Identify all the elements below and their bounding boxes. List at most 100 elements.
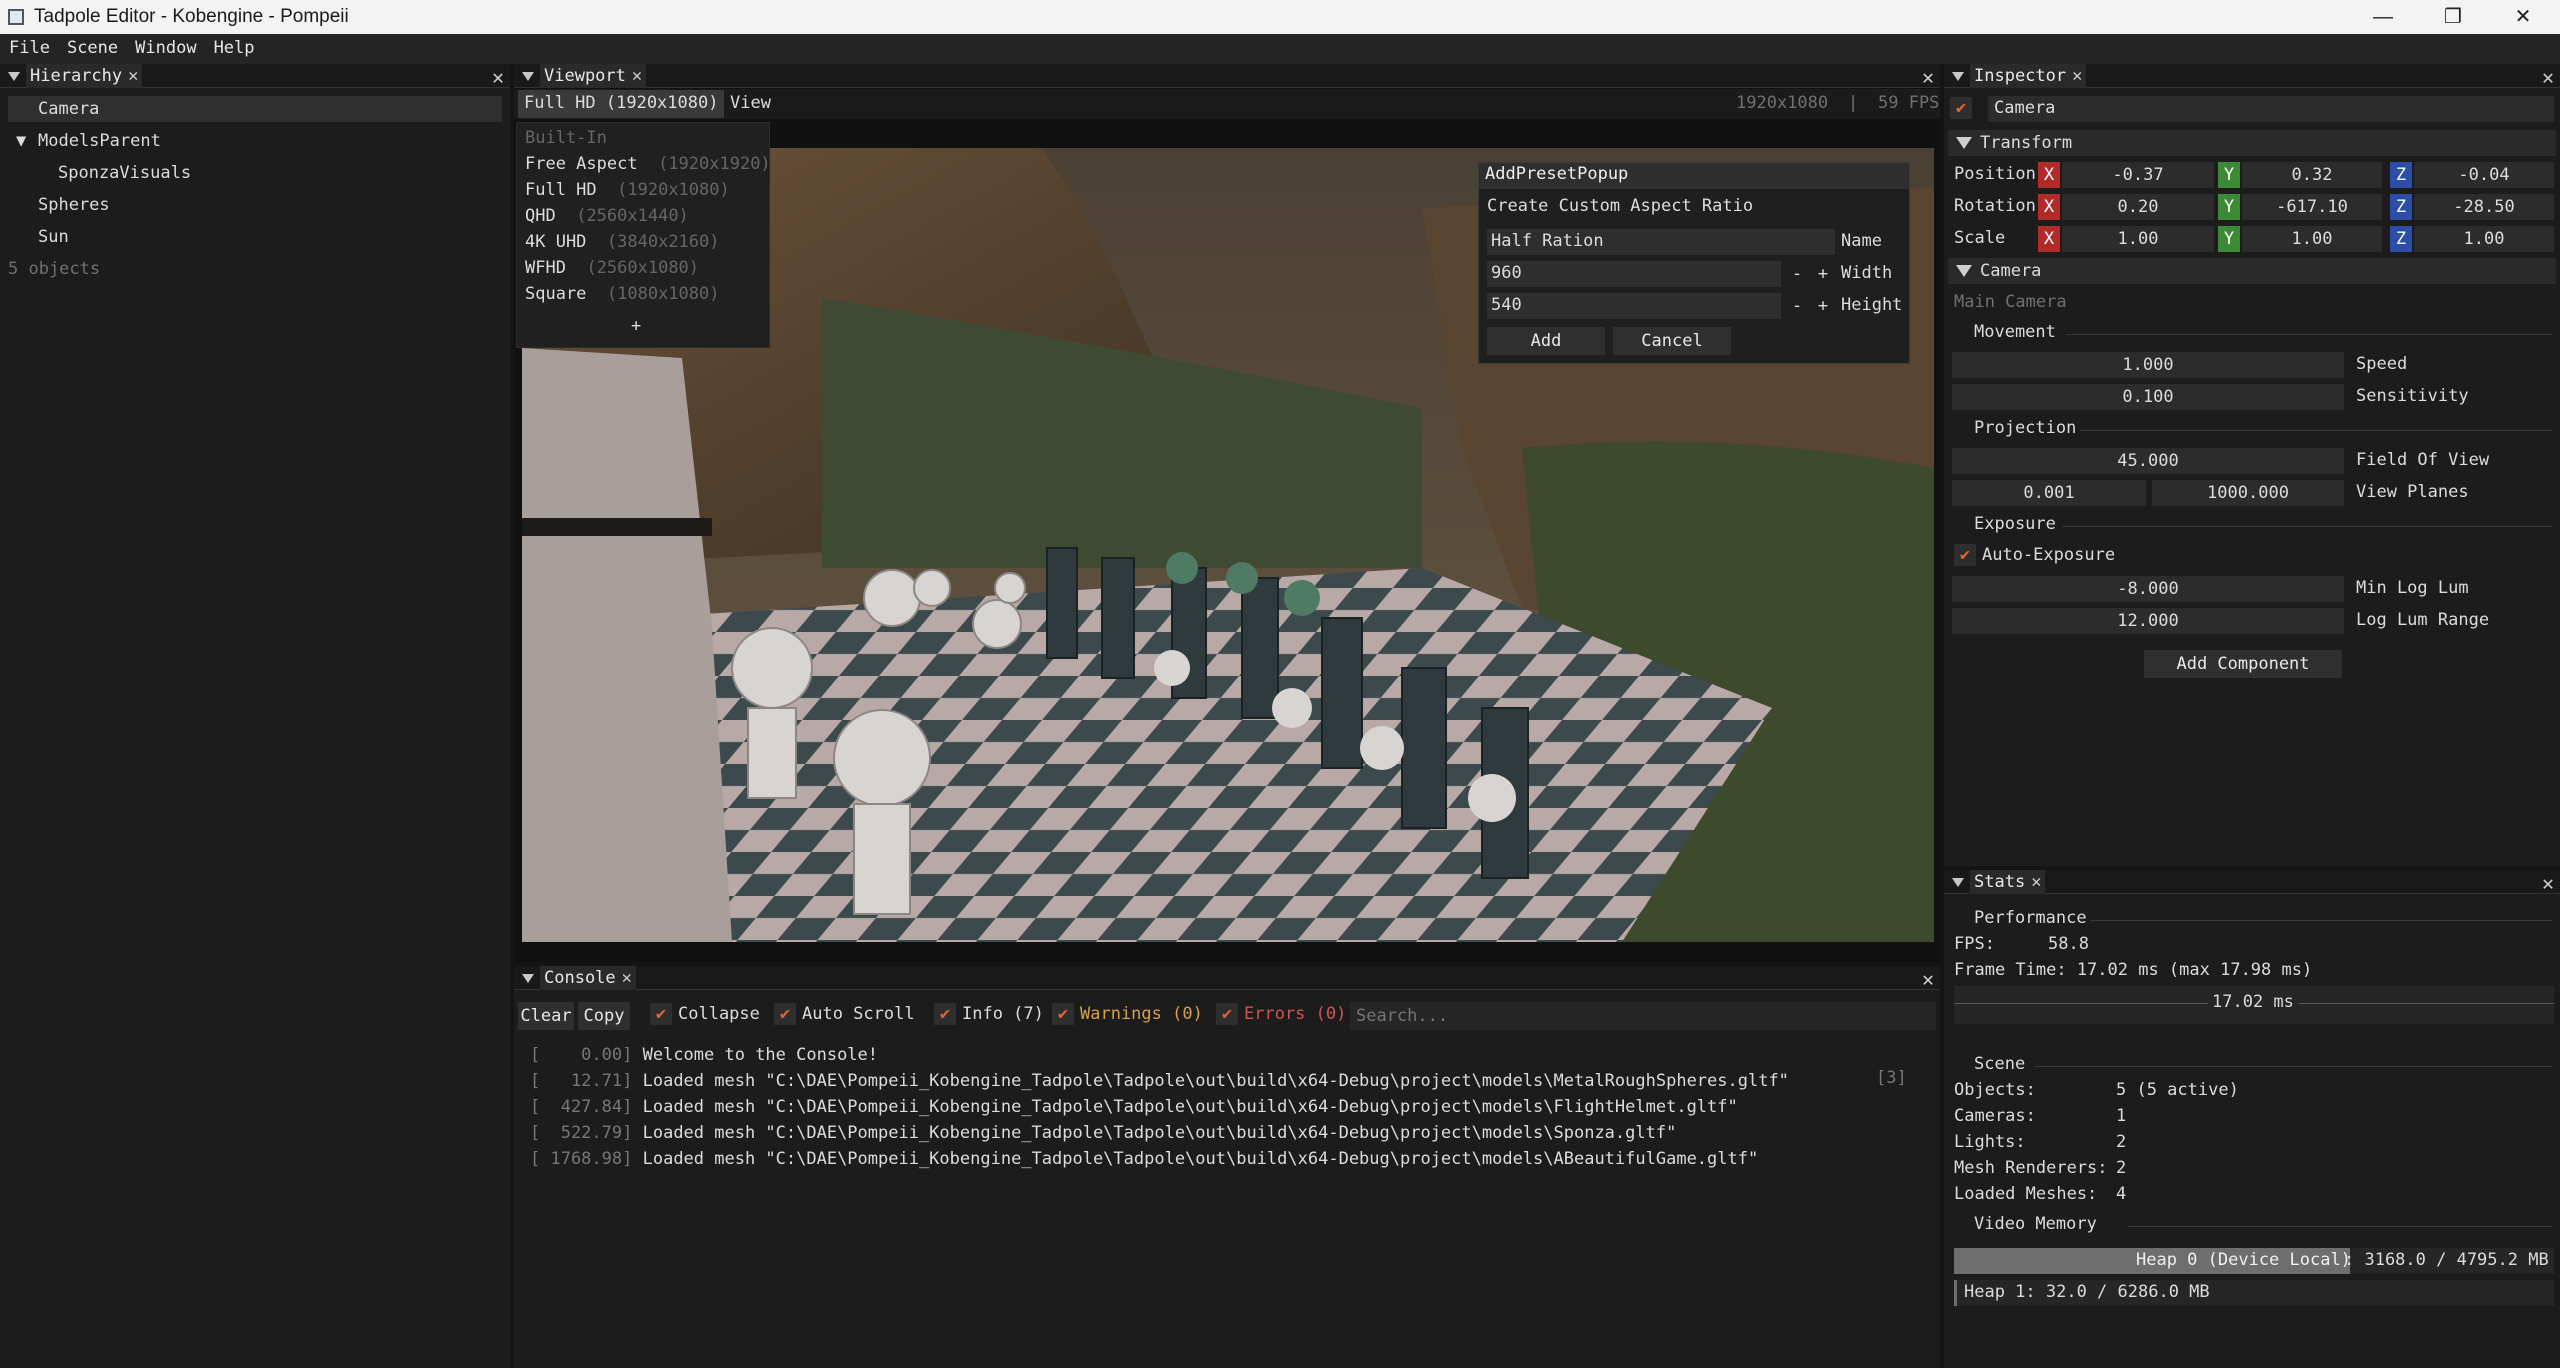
log-lum-range-label: Log Lum Range bbox=[2356, 610, 2490, 630]
far-plane-field[interactable]: 1000.000 bbox=[2152, 480, 2344, 506]
y-axis-badge: Y bbox=[2218, 162, 2240, 188]
tree-item-modelsparent[interactable]: ModelsParent bbox=[38, 128, 161, 154]
object-active-toggle[interactable]: ✔ bbox=[1950, 97, 1978, 119]
tab-close-icon[interactable]: ✕ bbox=[2072, 66, 2082, 86]
object-name-input[interactable]: Camera bbox=[1988, 96, 2554, 122]
scale-y-field[interactable]: 1.00 bbox=[2242, 226, 2382, 252]
menu-scene[interactable]: Scene bbox=[58, 34, 126, 58]
panel-menu-icon[interactable] bbox=[1952, 878, 1964, 887]
menu-bar: File Scene Window Help bbox=[0, 34, 2560, 64]
info-filter-toggle[interactable]: ✔ Info (7) bbox=[934, 1003, 1044, 1025]
tree-expand-icon[interactable]: ▼ bbox=[16, 128, 26, 154]
console-line[interactable]: [ 12.71] Loaded mesh "C:\DAE\Pompeii_Kob… bbox=[530, 1068, 1789, 1094]
width-increment-button[interactable]: + bbox=[1811, 261, 1835, 287]
camera-component-header[interactable]: Camera bbox=[1948, 258, 2556, 284]
min-log-lum-field[interactable]: -8.000 bbox=[1952, 576, 2344, 602]
tab-viewport[interactable]: Viewport ✕ bbox=[540, 64, 647, 88]
auto-exposure-toggle[interactable]: ✔ Auto-Exposure bbox=[1954, 544, 2115, 566]
fov-field[interactable]: 45.000 bbox=[1952, 448, 2344, 474]
minimize-button[interactable]: — bbox=[2348, 0, 2418, 34]
panel-close-icon[interactable]: ✕ bbox=[2542, 65, 2554, 89]
errors-filter-toggle[interactable]: ✔ Errors (0) bbox=[1216, 1003, 1346, 1025]
copy-button[interactable]: Copy bbox=[578, 1002, 630, 1030]
tree-item-spheres[interactable]: Spheres bbox=[38, 192, 110, 218]
frame-time-graph: 17.02 ms bbox=[1954, 986, 2554, 1024]
clear-button[interactable]: Clear bbox=[518, 1002, 574, 1030]
speed-field[interactable]: 1.000 bbox=[1952, 352, 2344, 378]
height-input[interactable]: 540 bbox=[1487, 293, 1781, 319]
panel-close-icon[interactable]: ✕ bbox=[1922, 65, 1934, 89]
tab-close-icon[interactable]: ✕ bbox=[632, 66, 642, 86]
add-component-button[interactable]: Add Component bbox=[2144, 650, 2342, 678]
dropdown-item-4k-uhd[interactable]: 4K UHD (3840x2160) bbox=[525, 229, 720, 255]
video-memory-heading: Video Memory bbox=[1974, 1214, 2097, 1234]
panel-close-icon[interactable]: ✕ bbox=[492, 65, 504, 89]
add-preset-button[interactable]: + bbox=[631, 313, 641, 339]
console-line[interactable]: [ 427.84] Loaded mesh "C:\DAE\Pompeii_Ko… bbox=[530, 1094, 1738, 1120]
scale-z-field[interactable]: 1.00 bbox=[2414, 226, 2554, 252]
separator bbox=[2034, 1066, 2552, 1067]
dropdown-item-full-hd[interactable]: Full HD (1920x1080) bbox=[525, 177, 730, 203]
add-button[interactable]: Add bbox=[1487, 327, 1605, 355]
viewport-fps: 59 FPS bbox=[1878, 93, 1940, 113]
tree-item-sun[interactable]: Sun bbox=[38, 224, 69, 250]
position-x-field[interactable]: -0.37 bbox=[2062, 162, 2214, 188]
height-increment-button[interactable]: + bbox=[1811, 293, 1835, 319]
console-line[interactable]: [ 1768.98] Loaded mesh "C:\DAE\Pompeii_K… bbox=[530, 1146, 1758, 1172]
dropdown-item-qhd[interactable]: QHD (2560x1440) bbox=[525, 203, 689, 229]
sensitivity-field[interactable]: 0.100 bbox=[1952, 384, 2344, 410]
dropdown-item-square[interactable]: Square (1080x1080) bbox=[525, 281, 720, 307]
position-y-field[interactable]: 0.32 bbox=[2242, 162, 2382, 188]
camera-name-field[interactable]: Main Camera bbox=[1954, 292, 2067, 312]
position-z-field[interactable]: -0.04 bbox=[2414, 162, 2554, 188]
x-axis-badge: X bbox=[2038, 194, 2060, 220]
close-window-button[interactable]: ✕ bbox=[2488, 0, 2558, 34]
tab-stats[interactable]: Stats ✕ bbox=[1970, 870, 2046, 894]
restore-button[interactable]: ❐ bbox=[2418, 0, 2488, 34]
width-input[interactable]: 960 bbox=[1487, 261, 1781, 287]
y-axis-badge: Y bbox=[2218, 226, 2240, 252]
dropdown-item-free-aspect[interactable]: Free Aspect (1920x1920) bbox=[525, 151, 771, 177]
panel-close-icon[interactable]: ✕ bbox=[2542, 871, 2554, 895]
tab-hierarchy[interactable]: Hierarchy ✕ bbox=[26, 64, 143, 88]
autoscroll-toggle[interactable]: ✔ Auto Scroll bbox=[774, 1003, 915, 1025]
panel-menu-icon[interactable] bbox=[522, 974, 534, 983]
collapse-toggle[interactable]: ✔ Collapse bbox=[650, 1003, 760, 1025]
tree-item-camera[interactable]: Camera bbox=[8, 96, 502, 122]
tab-close-icon[interactable]: ✕ bbox=[2031, 872, 2041, 892]
scale-x-field[interactable]: 1.00 bbox=[2062, 226, 2214, 252]
tab-console[interactable]: Console ✕ bbox=[540, 966, 636, 990]
aspect-preset-button[interactable]: Full HD (1920x1080) bbox=[518, 90, 725, 118]
dropdown-item-wfhd[interactable]: WFHD (2560x1080) bbox=[525, 255, 699, 281]
tab-close-icon[interactable]: ✕ bbox=[128, 66, 138, 86]
near-plane-field[interactable]: 0.001 bbox=[1952, 480, 2146, 506]
height-decrement-button[interactable]: - bbox=[1785, 293, 1809, 319]
console-line[interactable]: [ 0.00] Welcome to the Console! bbox=[530, 1042, 878, 1068]
view-menu[interactable]: View bbox=[730, 93, 771, 113]
rotation-y-field[interactable]: -617.10 bbox=[2242, 194, 2382, 220]
transform-header[interactable]: Transform bbox=[1948, 130, 2556, 156]
message: Welcome to the Console! bbox=[642, 1045, 879, 1065]
log-lum-range-field[interactable]: 12.000 bbox=[1952, 608, 2344, 634]
tab-inspector[interactable]: Inspector ✕ bbox=[1970, 64, 2087, 88]
menu-file[interactable]: File bbox=[0, 34, 58, 58]
preset-name-input[interactable]: Half Ration bbox=[1487, 229, 1835, 255]
rotation-z-field[interactable]: -28.50 bbox=[2414, 194, 2554, 220]
warnings-filter-toggle[interactable]: ✔ Warnings (0) bbox=[1052, 1003, 1203, 1025]
tab-close-icon[interactable]: ✕ bbox=[622, 968, 632, 988]
console-search-input[interactable] bbox=[1350, 1002, 1936, 1030]
width-decrement-button[interactable]: - bbox=[1785, 261, 1809, 287]
collapse-label: Collapse bbox=[678, 1004, 760, 1024]
item-name: Full HD bbox=[525, 180, 597, 200]
scale-label: Scale bbox=[1954, 228, 2006, 248]
console-line[interactable]: [ 522.79] Loaded mesh "C:\DAE\Pompeii_Ko… bbox=[530, 1120, 1676, 1146]
menu-help[interactable]: Help bbox=[205, 34, 263, 58]
panel-menu-icon[interactable] bbox=[1952, 72, 1964, 81]
cancel-button[interactable]: Cancel bbox=[1613, 327, 1731, 355]
panel-menu-icon[interactable] bbox=[522, 72, 534, 81]
rotation-x-field[interactable]: 0.20 bbox=[2062, 194, 2214, 220]
tree-item-sponzavisuals[interactable]: SponzaVisuals bbox=[58, 160, 191, 186]
panel-close-icon[interactable]: ✕ bbox=[1922, 967, 1934, 991]
menu-window[interactable]: Window bbox=[126, 34, 204, 58]
panel-menu-icon[interactable] bbox=[8, 72, 20, 81]
